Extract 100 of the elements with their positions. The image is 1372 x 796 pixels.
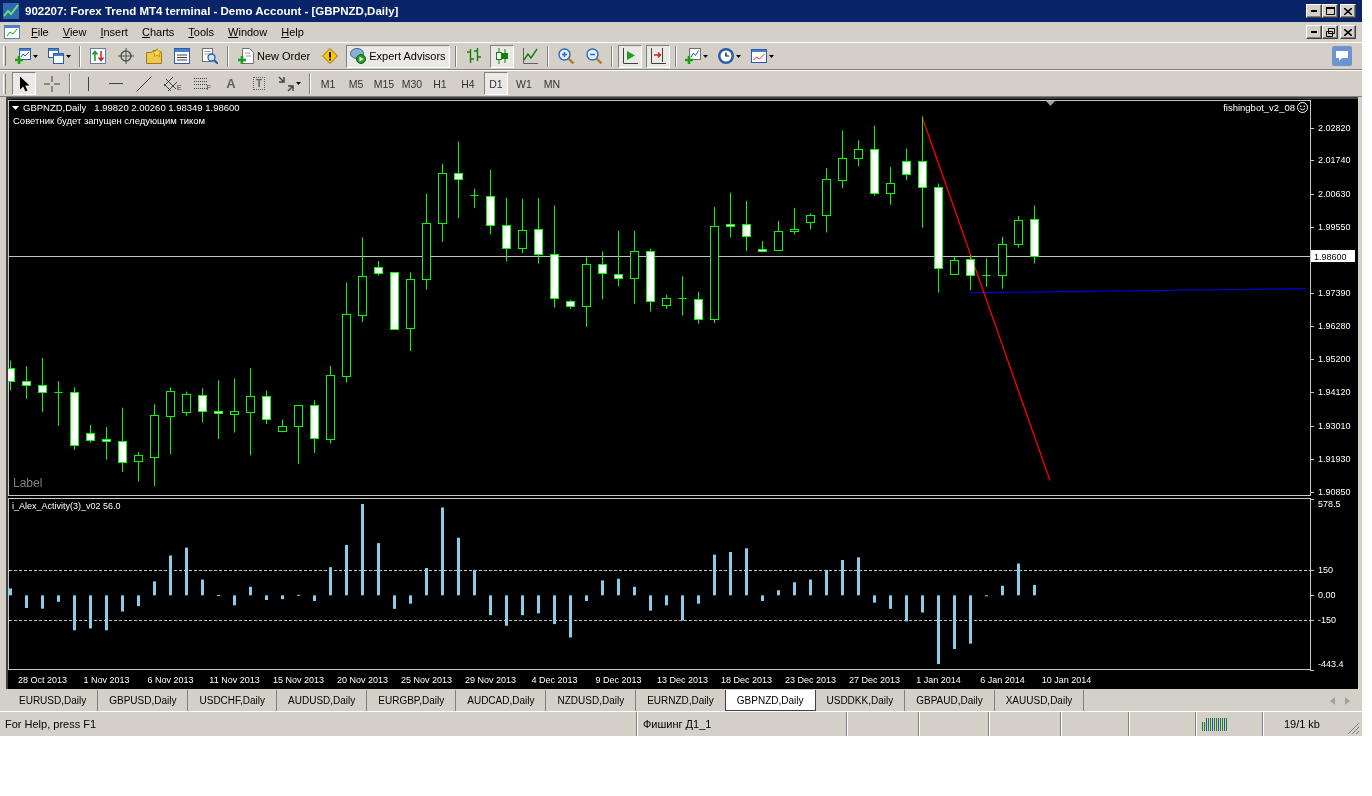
candle: [278, 419, 287, 433]
timeframe-button[interactable]: W1: [511, 72, 536, 95]
timeframe-button[interactable]: H4: [455, 72, 480, 95]
axis-arrow-icon: [649, 48, 666, 64]
auto-scroll-button[interactable]: [617, 44, 642, 68]
chat-button[interactable]: [1332, 46, 1352, 66]
timeframe-button[interactable]: M15: [371, 72, 396, 95]
activity-bar: [777, 590, 780, 596]
activity-bar: [57, 595, 60, 602]
price-axis-label: 2.02820: [1318, 122, 1351, 133]
chart-tab[interactable]: GBPNZD,Daily: [724, 690, 816, 711]
indicator-title: i_Alex_Activity(3)_v02 56.0: [12, 501, 121, 512]
minimize-button[interactable]: [1306, 25, 1322, 39]
chart-tab[interactable]: USDCHF,Daily: [188, 690, 278, 711]
chart-tab[interactable]: AUDCAD,Daily: [456, 690, 547, 711]
timeframe-button[interactable]: M30: [399, 72, 424, 95]
activity-bar: [585, 595, 588, 601]
chart-shift-button[interactable]: [645, 44, 670, 68]
timeframe-button[interactable]: MN: [539, 72, 564, 95]
date-axis-label: 23 Dec 2013: [785, 675, 836, 685]
activity-bar: [537, 595, 540, 614]
candle: [982, 257, 991, 288]
candle: [758, 240, 767, 253]
menu-item[interactable]: View: [55, 23, 94, 41]
price-axis-label: 2.00630: [1318, 189, 1351, 200]
chart-window-icon[interactable]: [4, 25, 20, 39]
date-axis-label: 20 Nov 2013: [337, 675, 388, 685]
folder-star-icon: [146, 48, 162, 64]
chart-tab[interactable]: USDDKK,Daily: [815, 690, 906, 711]
chart-tab[interactable]: NZDUSD,Daily: [546, 690, 637, 711]
text-object: Label: [13, 476, 43, 490]
close-button[interactable]: [1340, 4, 1356, 18]
chart-tab[interactable]: AUDUSD,Daily: [277, 690, 368, 711]
timeframe-button[interactable]: M5: [343, 72, 368, 95]
restore-icon: [1325, 27, 1335, 37]
menu-item[interactable]: Help: [274, 23, 311, 41]
candle: [838, 130, 847, 189]
timeframe-button[interactable]: D1: [483, 72, 508, 95]
candle: [262, 390, 271, 425]
candle: [134, 451, 143, 482]
expert-name: fishingbot_v2_08: [1223, 102, 1295, 113]
expert-advisors-button[interactable]: Expert Advisors: [346, 44, 450, 68]
vertical-line-icon: [86, 76, 90, 91]
restore-button[interactable]: [1322, 25, 1338, 39]
activity-bar: [249, 586, 252, 596]
close-button[interactable]: [1340, 25, 1356, 39]
triangle-marker-icon[interactable]: [1045, 101, 1055, 106]
maximize-icon: [1325, 7, 1335, 15]
chart-plus-icon: [684, 48, 701, 64]
candle: [8, 360, 15, 391]
activity-bar: [89, 595, 92, 629]
chart-tab[interactable]: XAUUSD,Daily: [994, 690, 1085, 711]
price-axis-label: 1.91930: [1318, 453, 1351, 464]
candle: [22, 365, 31, 400]
timeframe-button[interactable]: M1: [315, 72, 340, 95]
candle: [790, 207, 799, 236]
maximize-button[interactable]: [1322, 4, 1338, 18]
close-icon: [1344, 7, 1352, 15]
activity-bar: [377, 543, 380, 596]
timeframe-button[interactable]: H1: [427, 72, 452, 95]
menu-item[interactable]: File: [24, 23, 56, 41]
candle: [166, 387, 175, 455]
status-help-text: For Help, press F1: [5, 718, 97, 730]
candle: [822, 167, 831, 233]
activity-bar: [425, 568, 428, 596]
minimize-button[interactable]: [1306, 4, 1322, 18]
candle: [118, 407, 127, 473]
exclamation-diamond-icon: [322, 48, 339, 64]
candle: [566, 299, 575, 310]
dropdown-triangle-icon[interactable]: [12, 105, 19, 110]
menu-item[interactable]: Insert: [93, 23, 135, 41]
new-order-button[interactable]: New Order: [234, 44, 315, 68]
text-label-button[interactable]: T: [246, 72, 271, 95]
price-axis-label: 1.95200: [1318, 354, 1351, 365]
menu-item[interactable]: Tools: [181, 23, 222, 41]
candle: [950, 255, 959, 275]
chart-tab[interactable]: EURGBP,Daily: [367, 690, 457, 711]
chart-comment: Советник будет запущен следующим тиком: [13, 115, 206, 126]
text-button[interactable]: A: [218, 72, 243, 95]
activity-bar: [665, 595, 668, 606]
activity-bar: [857, 557, 860, 596]
candle: [486, 169, 495, 235]
activity-bar: [521, 595, 524, 616]
candle: [582, 256, 591, 328]
menu-item[interactable]: Window: [221, 23, 275, 41]
candle: [902, 148, 911, 181]
resize-grip-icon[interactable]: [1348, 723, 1359, 734]
candlesticks-button[interactable]: [489, 44, 514, 68]
activity-bar: [185, 547, 188, 596]
menu-item[interactable]: Charts: [134, 23, 182, 41]
activity-bar: [745, 548, 748, 596]
candle: [1014, 215, 1023, 249]
chart-tab[interactable]: GBPUSD,Daily: [98, 690, 189, 711]
axis-play-icon: [621, 48, 638, 64]
cursor-button[interactable]: [12, 72, 36, 95]
candle: [54, 380, 63, 427]
date-axis-label: 11 Nov 2013: [209, 675, 260, 685]
connection-bars-icon: [1202, 717, 1228, 731]
chart-tab[interactable]: GBPAUD,Daily: [905, 690, 995, 711]
chart-tab[interactable]: EURUSD,Daily: [8, 690, 99, 711]
